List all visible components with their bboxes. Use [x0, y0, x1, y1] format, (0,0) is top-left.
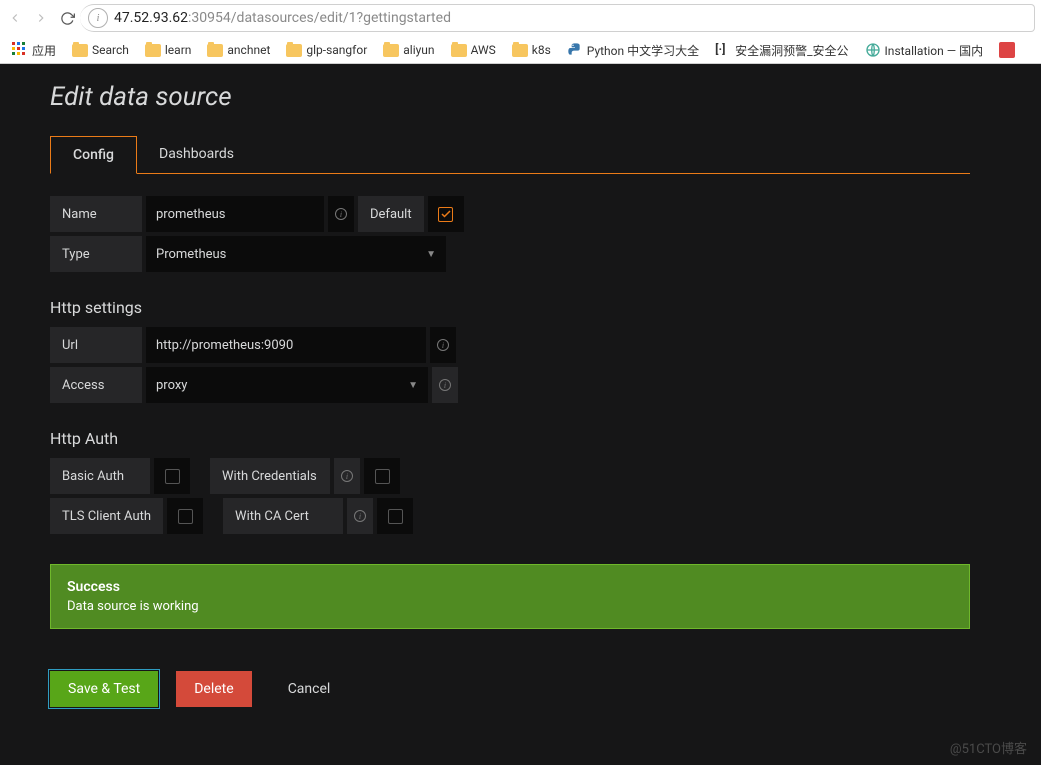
default-label: Default	[358, 196, 424, 232]
page-title: Edit data source	[50, 82, 1041, 112]
delete-button[interactable]: Delete	[176, 671, 251, 707]
bookmark-security[interactable]: [·]安全漏洞预警_安全公	[709, 40, 854, 61]
apps-button[interactable]: 应用	[6, 40, 62, 61]
site-info-icon[interactable]: i	[88, 8, 108, 28]
url-text: 47.52.93.62:30954/datasources/edit/1?get…	[114, 10, 451, 26]
tab-dashboards[interactable]: Dashboards	[137, 136, 256, 173]
tls-auth-checkbox[interactable]	[167, 498, 203, 534]
folder-icon	[207, 44, 223, 57]
name-label: Name	[50, 196, 142, 232]
bookmark-aws[interactable]: AWS	[445, 41, 502, 59]
save-test-button[interactable]: Save & Test	[50, 671, 158, 707]
info-icon[interactable]: i	[430, 327, 456, 363]
watermark: @51CTO博客	[950, 738, 1027, 757]
credentials-label: With Credentials	[210, 458, 330, 494]
name-input[interactable]	[146, 196, 324, 232]
bookmark-learn[interactable]: learn	[139, 41, 198, 59]
page-content: Edit data source Config Dashboards Name …	[0, 64, 1041, 765]
tabs: Config Dashboards	[50, 136, 970, 174]
bookmark-install[interactable]: Installation — 国内	[859, 40, 990, 61]
info-icon[interactable]: i	[328, 196, 354, 232]
tls-auth-label: TLS Client Auth	[50, 498, 163, 534]
bookmark-aliyun[interactable]: aliyun	[377, 41, 440, 59]
globe-icon	[865, 42, 881, 58]
http-settings-heading: Http settings	[50, 298, 1041, 317]
info-icon[interactable]: i	[347, 498, 373, 534]
bookmark-search[interactable]: Search	[66, 41, 135, 59]
reload-icon[interactable]	[58, 9, 76, 27]
bookmark-more[interactable]	[993, 40, 1021, 60]
folder-icon	[512, 44, 528, 57]
access-select[interactable]: proxy▼	[146, 367, 428, 403]
basic-auth-label: Basic Auth	[50, 458, 150, 494]
chevron-down-icon: ▼	[408, 380, 418, 391]
default-checkbox[interactable]	[428, 196, 464, 232]
basic-auth-checkbox[interactable]	[154, 458, 190, 494]
brackets-icon: [·]	[715, 42, 731, 58]
http-auth-heading: Http Auth	[50, 429, 1041, 448]
credentials-checkbox[interactable]	[364, 458, 400, 494]
type-select[interactable]: Prometheus▼	[146, 236, 446, 272]
ca-cert-checkbox[interactable]	[377, 498, 413, 534]
apps-icon	[12, 42, 28, 58]
forward-icon[interactable]	[32, 9, 50, 27]
url-input[interactable]	[146, 327, 426, 363]
info-icon[interactable]: i	[432, 367, 458, 403]
url-label: Url	[50, 327, 142, 363]
type-label: Type	[50, 236, 142, 272]
python-icon	[567, 42, 583, 58]
ca-cert-label: With CA Cert	[223, 498, 343, 534]
alert-message: Data source is working	[67, 599, 953, 614]
bookmark-anchnet[interactable]: anchnet	[201, 41, 276, 59]
bookmark-python[interactable]: Python 中文学习大全	[561, 40, 705, 61]
info-icon[interactable]: i	[334, 458, 360, 494]
browser-chrome: i 47.52.93.62:30954/datasources/edit/1?g…	[0, 0, 1041, 64]
folder-icon	[145, 44, 161, 57]
access-label: Access	[50, 367, 142, 403]
url-bar[interactable]: i 47.52.93.62:30954/datasources/edit/1?g…	[80, 4, 1035, 32]
alert-title: Success	[67, 579, 953, 595]
chevron-down-icon: ▼	[426, 249, 436, 260]
bookmark-k8s[interactable]: k8s	[506, 41, 557, 59]
cancel-button[interactable]: Cancel	[270, 671, 349, 707]
folder-icon	[383, 44, 399, 57]
folder-icon	[451, 44, 467, 57]
bookmarks-bar: 应用 Search learn anchnet glp-sangfor aliy…	[0, 36, 1041, 64]
folder-icon	[286, 44, 302, 57]
bookmark-glp[interactable]: glp-sangfor	[280, 41, 373, 59]
red-icon	[999, 42, 1015, 58]
tab-config[interactable]: Config	[50, 136, 137, 174]
folder-icon	[72, 44, 88, 57]
back-icon[interactable]	[6, 9, 24, 27]
alert-success: Success Data source is working	[50, 564, 970, 629]
